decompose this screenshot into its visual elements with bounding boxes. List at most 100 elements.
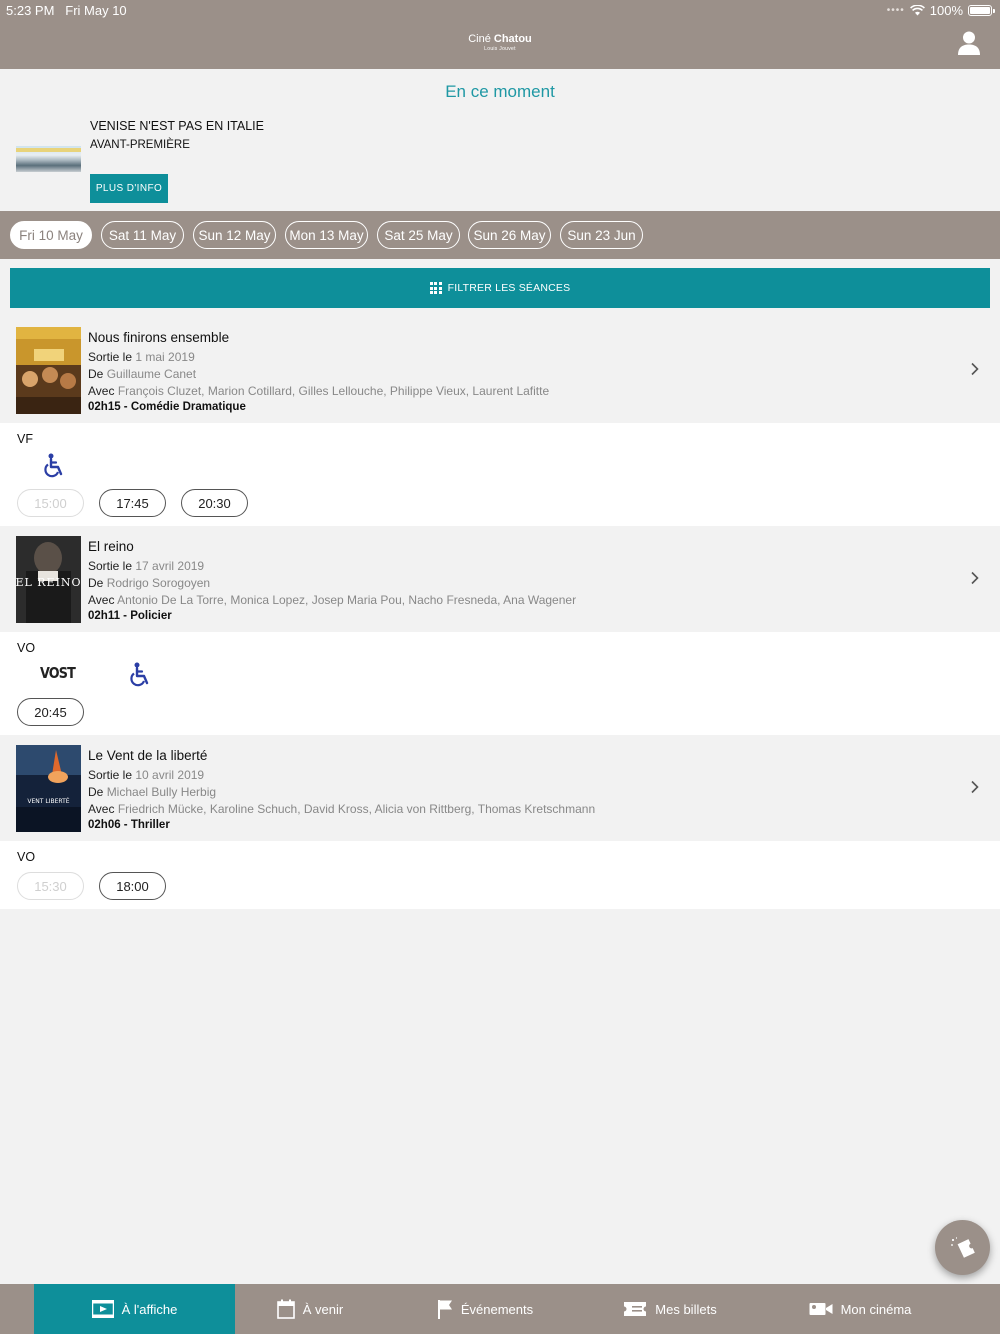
film-icon bbox=[91, 1300, 114, 1318]
poster-title: VENT LIBERTÉ bbox=[27, 797, 69, 805]
section-title: En ce moment bbox=[445, 82, 555, 101]
cast-names: François Cluzet, Marion Cotillard, Gille… bbox=[117, 384, 550, 398]
logo-subtitle: Louis Jouvet bbox=[484, 46, 516, 52]
film-cast: Avec François Cluzet, Marion Cotillard, … bbox=[88, 384, 549, 398]
film-title: Le Vent de la liberté bbox=[88, 748, 208, 763]
release-date: 10 avril 2019 bbox=[135, 768, 205, 782]
tab-a-laffiche[interactable]: À l'affiche bbox=[34, 1284, 235, 1334]
film-director: De Michael Bully Herbig bbox=[88, 785, 216, 799]
showtimes-block: VO 15:30 18:00 bbox=[0, 841, 1000, 909]
film-title: El reino bbox=[88, 539, 134, 554]
date-selector: Fri 10 May Sat 11 May Sun 12 May Mon 13 … bbox=[0, 211, 1000, 259]
logo-word-2: Chatou bbox=[493, 33, 532, 45]
app-header: 5:23 PM Fri May 10 •••• 100% Ciné Chatou… bbox=[0, 0, 1000, 69]
battery-percent: 100% bbox=[929, 3, 963, 18]
date-pill[interactable]: Sun 26 May bbox=[468, 221, 551, 249]
release-label: Sortie le bbox=[88, 350, 133, 364]
status-date: Fri May 10 bbox=[65, 3, 127, 18]
language-label: VO bbox=[17, 850, 36, 864]
showtimes-block: VF 15:00 17:45 20:30 bbox=[0, 423, 1000, 526]
film-meta: 02h11 - Policier bbox=[88, 610, 172, 622]
film-card[interactable]: Nous finirons ensemble Sortie le 1 mai 2… bbox=[0, 317, 1000, 423]
director-name: Rodrigo Sorogoyen bbox=[106, 576, 211, 590]
tab-label: Mon cinéma bbox=[840, 1301, 912, 1317]
chevron-right-icon[interactable] bbox=[970, 780, 980, 794]
film-director: De Guillaume Canet bbox=[88, 367, 196, 381]
showtime-pill[interactable]: 20:30 bbox=[181, 489, 248, 517]
battery-icon bbox=[968, 5, 995, 16]
cast-label: Avec bbox=[88, 593, 115, 607]
release-date: 17 avril 2019 bbox=[135, 559, 205, 573]
featured-subtitle: AVANT-PREMIÈRE bbox=[90, 139, 190, 151]
date-pill[interactable]: Sat 11 May bbox=[101, 221, 184, 249]
film-poster: VENT LIBERTÉ bbox=[16, 745, 81, 832]
director-name: Michael Bully Herbig bbox=[106, 785, 217, 799]
magic-ticket-icon bbox=[950, 1236, 975, 1258]
profile-icon[interactable] bbox=[958, 31, 980, 55]
film-card[interactable]: VENT LIBERTÉ Le Vent de la liberté Sorti… bbox=[0, 735, 1000, 841]
tab-mon-cinema[interactable]: Mon cinéma bbox=[790, 1284, 930, 1334]
release-date: 1 mai 2019 bbox=[135, 350, 195, 364]
floating-action-button[interactable] bbox=[935, 1220, 990, 1275]
logo-word-1: Ciné bbox=[468, 33, 491, 45]
cast-names: Antonio De La Torre, Monica Lopez, Josep… bbox=[117, 593, 577, 607]
wheelchair-icon bbox=[130, 662, 149, 687]
language-label: VF bbox=[17, 432, 33, 446]
film-cast: Avec Antonio De La Torre, Monica Lopez, … bbox=[88, 593, 576, 607]
film-release: Sortie le 10 avril 2019 bbox=[88, 768, 204, 782]
tab-evenements[interactable]: Événements bbox=[410, 1284, 560, 1334]
showtimes-block: VO VOST 20:45 bbox=[0, 632, 1000, 735]
status-clock: 5:23 PM bbox=[6, 3, 55, 18]
film-meta: 02h15 - Comédie Dramatique bbox=[88, 401, 246, 413]
video-camera-icon bbox=[809, 1303, 833, 1315]
showtime-pill[interactable]: 17:45 bbox=[99, 489, 166, 517]
wifi-icon bbox=[909, 5, 925, 16]
director-label: De bbox=[88, 576, 104, 590]
flag-icon bbox=[437, 1300, 452, 1319]
chevron-right-icon[interactable] bbox=[970, 571, 980, 585]
poster-title: EL REINO bbox=[16, 576, 81, 589]
date-pill[interactable]: Sat 25 May bbox=[377, 221, 460, 249]
showtime-pill[interactable]: 18:00 bbox=[99, 872, 166, 900]
date-pill[interactable]: Sun 12 May bbox=[193, 221, 276, 249]
featured-thumbnail[interactable] bbox=[16, 146, 81, 172]
signal-dots-icon: •••• bbox=[886, 5, 905, 16]
film-card[interactable]: EL REINO El reino Sortie le 17 avril 201… bbox=[0, 526, 1000, 632]
showtime-pill[interactable]: 20:45 bbox=[17, 698, 84, 726]
tab-label: Mes billets bbox=[655, 1301, 717, 1317]
calendar-icon bbox=[276, 1299, 295, 1319]
date-pill[interactable]: Fri 10 May bbox=[10, 221, 92, 249]
film-poster bbox=[16, 327, 81, 414]
film-cast: Avec Friedrich Mücke, Karoline Schuch, D… bbox=[88, 802, 595, 816]
cinema-logo: Ciné Chatou Louis Jouvet bbox=[0, 33, 1000, 52]
cast-label: Avec bbox=[88, 384, 115, 398]
release-label: Sortie le bbox=[88, 559, 133, 573]
filter-label: FILTRER LES SÉANCES bbox=[447, 282, 571, 294]
tab-mes-billets[interactable]: Mes billets bbox=[600, 1284, 740, 1334]
status-bar: 5:23 PM Fri May 10 •••• 100% bbox=[0, 0, 1000, 20]
director-name: Guillaume Canet bbox=[106, 367, 197, 381]
grid-icon bbox=[429, 282, 442, 294]
filter-sessions-button[interactable]: FILTRER LES SÉANCES bbox=[10, 268, 990, 308]
status-right: •••• 100% bbox=[886, 3, 995, 18]
showtime-pill: 15:30 bbox=[17, 872, 84, 900]
cast-label: Avec bbox=[88, 802, 115, 816]
featured-title: VENISE N'EST PAS EN ITALIE bbox=[90, 119, 264, 133]
tab-label: À venir bbox=[302, 1301, 344, 1317]
release-label: Sortie le bbox=[88, 768, 133, 782]
tab-a-venir[interactable]: À venir bbox=[235, 1284, 385, 1334]
tab-bar: À l'affiche À venir Événements Mes bille… bbox=[0, 1284, 1000, 1334]
date-pill[interactable]: Sun 23 Jun bbox=[560, 221, 643, 249]
film-director: De Rodrigo Sorogoyen bbox=[88, 576, 210, 590]
tab-label: À l'affiche bbox=[121, 1301, 178, 1317]
chevron-right-icon[interactable] bbox=[970, 362, 980, 376]
film-meta: 02h06 - Thriller bbox=[88, 819, 170, 831]
vost-badge: VOST bbox=[40, 664, 76, 682]
film-release: Sortie le 17 avril 2019 bbox=[88, 559, 204, 573]
director-label: De bbox=[88, 367, 104, 381]
date-pill[interactable]: Mon 13 May bbox=[285, 221, 368, 249]
more-info-button[interactable]: PLUS D'INFO bbox=[90, 174, 168, 203]
showtime-pill: 15:00 bbox=[17, 489, 84, 517]
film-poster: EL REINO bbox=[16, 536, 81, 623]
film-release: Sortie le 1 mai 2019 bbox=[88, 350, 195, 364]
